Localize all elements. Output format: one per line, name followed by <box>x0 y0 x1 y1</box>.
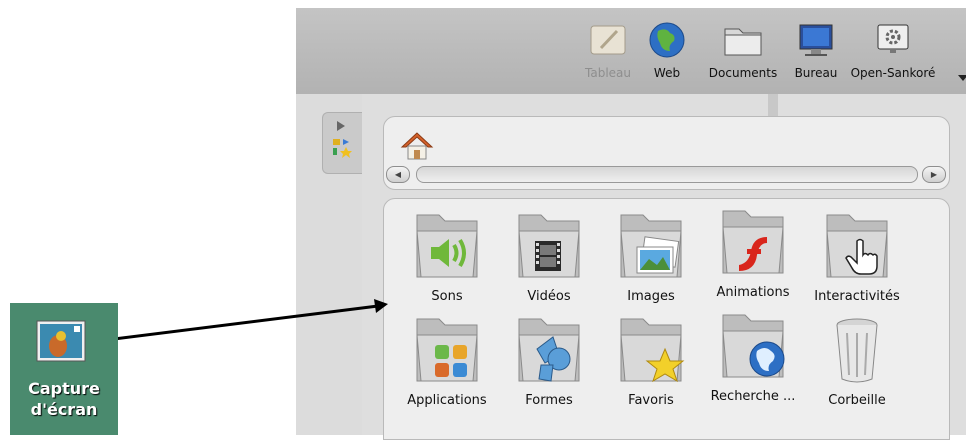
tableau-icon <box>588 20 628 60</box>
menu-arrow-icon[interactable] <box>958 75 966 81</box>
sound-folder-icon <box>416 214 478 278</box>
shapes-folder-icon <box>518 318 580 382</box>
tableau-label: Tableau <box>585 66 631 80</box>
folder-label: Vidéos <box>527 289 571 304</box>
panel-splitter[interactable] <box>768 94 778 116</box>
folder-label: Favoris <box>628 393 674 408</box>
bureau-button[interactable]: Bureau <box>790 8 842 94</box>
settings-gear-icon <box>873 20 913 60</box>
folder-label: Sons <box>431 289 463 304</box>
web-label: Web <box>653 66 681 80</box>
top-toolbar: Tableau Web Documents Bureau Open-Sankor… <box>296 8 966 95</box>
folder-videos[interactable]: Vidéos <box>499 209 599 315</box>
hand-pointer-folder-icon <box>826 214 888 278</box>
scroll-right-button[interactable]: ▶ <box>922 166 946 183</box>
folder-label: Corbeille <box>828 393 886 408</box>
folder-formes[interactable]: Formes <box>499 313 599 419</box>
applications-folder-icon <box>416 318 478 382</box>
open-sankore-button[interactable]: Open-Sankoré <box>850 8 936 94</box>
desktop-icon-label-line2: d'écran <box>30 400 98 419</box>
folder-animations[interactable]: Animations <box>703 205 803 311</box>
library-toggle-icon <box>333 121 352 158</box>
folder-recherche[interactable]: Recherche ... <box>703 309 803 415</box>
folder-interactivites[interactable]: Interactivités <box>807 209 907 315</box>
pointer-arrow <box>105 299 388 342</box>
folder-sons[interactable]: Sons <box>397 209 497 315</box>
star-folder-icon <box>620 318 685 383</box>
scroll-left-button[interactable]: ◀ <box>386 166 410 183</box>
home-icon[interactable] <box>400 131 434 161</box>
web-search-folder-icon <box>722 314 785 378</box>
folder-label: Animations <box>716 285 790 300</box>
folder-applications[interactable]: Applications <box>397 313 497 419</box>
folder-label: Applications <box>407 393 487 408</box>
library-side-tab[interactable] <box>322 112 363 174</box>
scrollbar-track[interactable] <box>416 166 918 183</box>
folder-images[interactable]: Images <box>601 209 701 315</box>
folder-label: Interactivités <box>814 289 900 304</box>
trash-icon <box>836 318 878 383</box>
desktop-icon-label-line1: Capture <box>28 379 100 398</box>
trash-bin[interactable]: Corbeille <box>807 313 907 419</box>
horizontal-scrollbar[interactable]: ◀ ▶ <box>386 166 946 183</box>
documents-folder-icon <box>723 20 763 60</box>
screenshot-thumbnail-icon <box>36 320 86 362</box>
globe-icon <box>647 20 687 60</box>
video-folder-icon <box>518 214 580 278</box>
flash-folder-icon <box>722 210 784 274</box>
documents-label: Documents <box>708 66 778 80</box>
documents-button[interactable]: Documents <box>698 8 788 94</box>
folder-favoris[interactable]: Favoris <box>601 313 701 419</box>
folder-label: Formes <box>525 393 573 408</box>
library-content: Sons Vidéos Images Animations Interactiv… <box>383 198 950 440</box>
open-sankore-label: Open-Sankoré <box>850 66 936 80</box>
bureau-label: Bureau <box>794 66 838 80</box>
tableau-button[interactable]: Tableau <box>576 8 640 94</box>
desktop-monitor-icon <box>796 20 836 60</box>
folder-label: Recherche ... <box>710 389 796 404</box>
web-button[interactable]: Web <box>642 8 692 94</box>
images-folder-icon <box>620 214 682 278</box>
folder-label: Images <box>627 289 675 304</box>
